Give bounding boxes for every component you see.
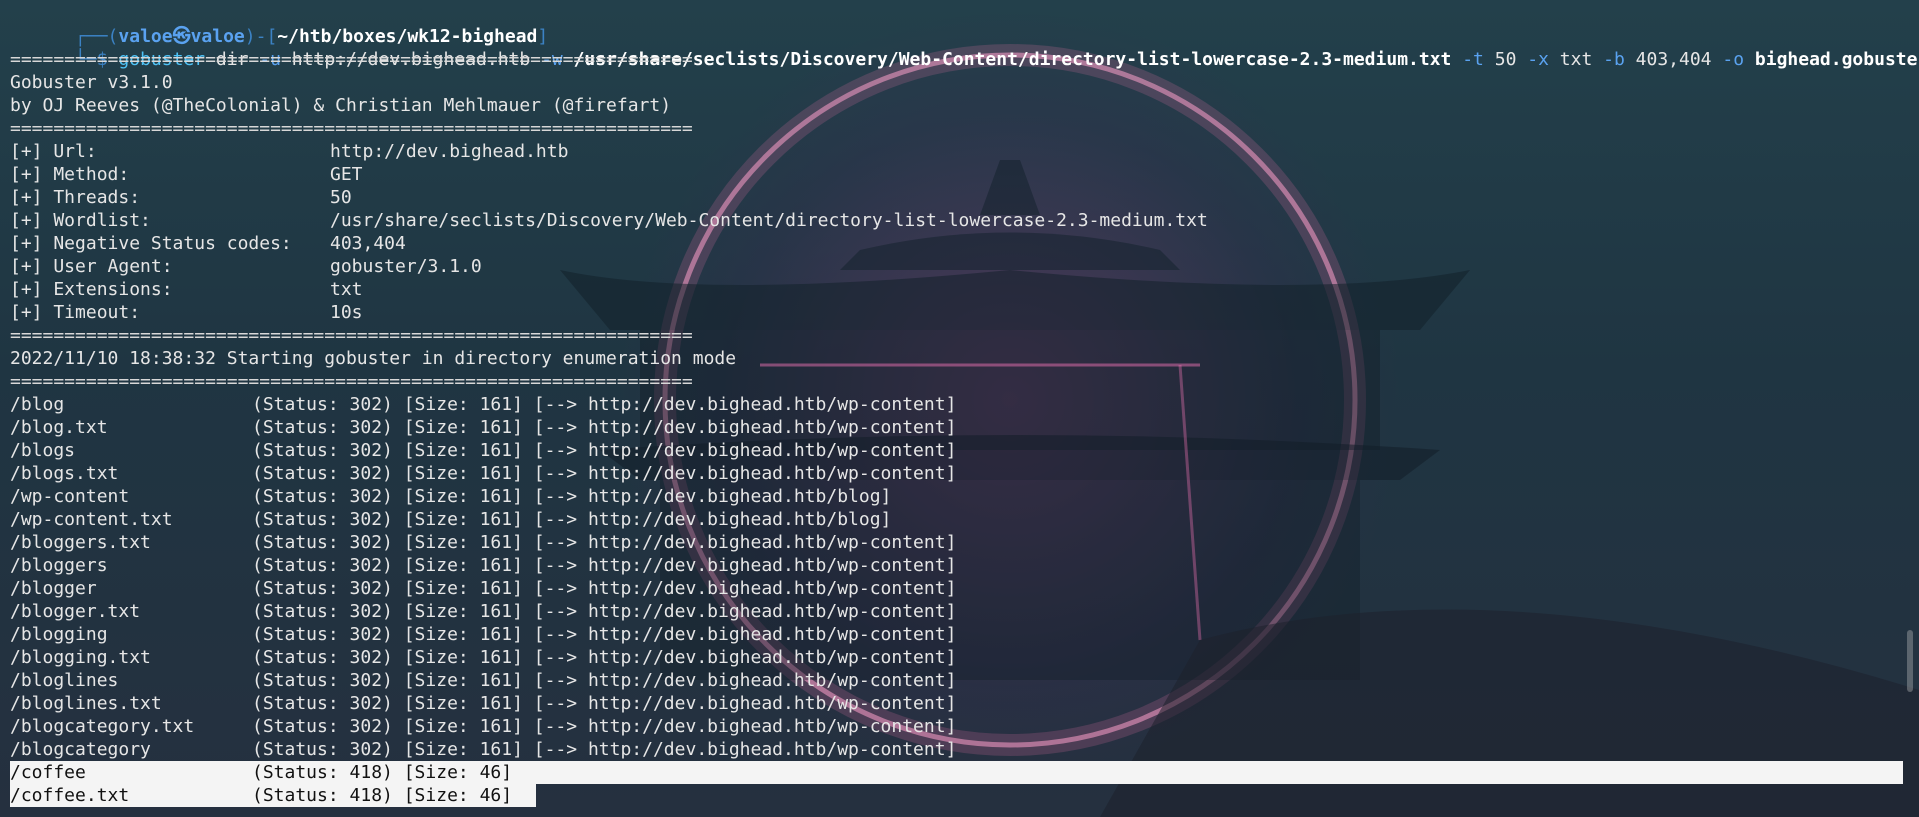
result-path: /blogcategory.txt <box>10 716 195 737</box>
result-info: (Status: 302) [Size: 161] [--> http://de… <box>252 578 957 599</box>
config-key: [+] Wordlist: <box>10 210 151 231</box>
config-value: 403,404 <box>330 233 406 254</box>
result-path: /coffee.txt <box>10 785 130 806</box>
result-row: /blogger.txt (Status: 302) [Size: 161] [-… <box>10 600 1910 623</box>
result-info: (Status: 418) [Size: 46] <box>252 762 513 783</box>
terminal-window[interactable]: ┌──(valoe㉿valoe)-[~/htb/boxes/wk12-bighe… <box>0 0 1919 817</box>
config-value: http://dev.bighead.htb <box>330 141 569 162</box>
config-key: [+] Method: <box>10 164 130 185</box>
config-key: [+] Threads: <box>10 187 141 208</box>
config-key: [+] User Agent: <box>10 256 173 277</box>
terminal-output[interactable]: ┌──(valoe㉿valoe)-[~/htb/boxes/wk12-bighe… <box>10 2 1919 807</box>
result-path: /blogcategory <box>10 739 151 760</box>
config-value: GET <box>330 164 363 185</box>
separator-line: ========================================… <box>10 371 693 392</box>
separator-line: ========================================… <box>10 49 693 70</box>
result-path: /blogs.txt <box>10 463 119 484</box>
result-row: /bloglines (Status: 302) [Size: 161] [-->… <box>10 669 1910 692</box>
result-info: (Status: 302) [Size: 161] [--> http://de… <box>252 670 957 691</box>
config-row: [+] User Agent: gobuster/3.1.0 <box>10 255 1910 278</box>
result-info: (Status: 302) [Size: 161] [--> http://de… <box>252 555 957 576</box>
result-info: (Status: 302) [Size: 161] [--> http://de… <box>252 463 957 484</box>
result-info: (Status: 302) [Size: 161] [--> http://de… <box>252 509 892 530</box>
result-path: /coffee <box>10 762 86 783</box>
result-info: (Status: 302) [Size: 161] [--> http://de… <box>252 693 957 714</box>
result-info: (Status: 302) [Size: 161] [--> http://de… <box>252 624 957 645</box>
result-info: (Status: 418) [Size: 46] <box>252 785 513 806</box>
result-info: (Status: 302) [Size: 161] [--> http://de… <box>252 601 957 622</box>
result-row: /blogcategory.txt (Status: 302) [Size: 16… <box>10 715 1910 738</box>
result-info: (Status: 302) [Size: 161] [--> http://de… <box>252 417 957 438</box>
result-info: (Status: 302) [Size: 161] [--> http://de… <box>252 440 957 461</box>
result-row: /bloglines.txt (Status: 302) [Size: 161] … <box>10 692 1910 715</box>
result-info: (Status: 302) [Size: 161] [--> http://de… <box>252 739 957 760</box>
result-row: /blog.txt (Status: 302) [Size: 161] [--> … <box>10 416 1910 439</box>
result-path: /blogging.txt <box>10 647 151 668</box>
config-row: [+] Method: GET <box>10 163 1910 186</box>
config-value: 50 <box>330 187 352 208</box>
scrollbar-thumb[interactable] <box>1907 630 1913 692</box>
result-path: /blog <box>10 394 65 415</box>
selection-span: /coffee.txt (Status: 418) [Size: 46] <box>10 784 536 807</box>
result-row: /bloggers.txt (Status: 302) [Size: 161] [… <box>10 531 1910 554</box>
config-value: txt <box>330 279 363 300</box>
result-path: /bloggers.txt <box>10 532 151 553</box>
result-path: /blogs <box>10 440 76 461</box>
banner-version: Gobuster v3.1.0 <box>10 72 173 93</box>
config-key: [+] Extensions: <box>10 279 173 300</box>
result-row: /blogs.txt (Status: 302) [Size: 161] [-->… <box>10 462 1910 485</box>
config-row: [+] Timeout: 10s <box>10 301 1910 324</box>
result-row: /blogging (Status: 302) [Size: 161] [--> … <box>10 623 1910 646</box>
selected-result-row[interactable]: /coffee.txt (Status: 418) [Size: 46] <box>10 784 1910 807</box>
result-row: /blogs (Status: 302) [Size: 161] [--> htt… <box>10 439 1910 462</box>
separator-line: ========================================… <box>10 118 693 139</box>
config-key: [+] Timeout: <box>10 302 141 323</box>
result-info: (Status: 302) [Size: 161] [--> http://de… <box>252 647 957 668</box>
config-value: /usr/share/seclists/Discovery/Web-Conten… <box>330 210 1208 231</box>
result-row: /wp-content (Status: 302) [Size: 161] [--… <box>10 485 1910 508</box>
config-row: [+] Extensions: txt <box>10 278 1910 301</box>
config-row: [+] Url: http://dev.bighead.htb <box>10 140 1910 163</box>
config-key: [+] Negative Status codes: <box>10 233 292 254</box>
result-path: /bloglines <box>10 670 119 691</box>
separator-line: ========================================… <box>10 325 693 346</box>
config-key: [+] Url: <box>10 141 97 162</box>
result-path: /bloggers <box>10 555 108 576</box>
result-info: (Status: 302) [Size: 161] [--> http://de… <box>252 532 957 553</box>
result-path: /bloglines.txt <box>10 693 162 714</box>
config-value: 10s <box>330 302 363 323</box>
result-row: /blogcategory (Status: 302) [Size: 161] [… <box>10 738 1910 761</box>
result-info: (Status: 302) [Size: 161] [--> http://de… <box>252 486 892 507</box>
result-row: /blog (Status: 302) [Size: 161] [--> http… <box>10 393 1910 416</box>
banner-authors: by OJ Reeves (@TheColonial) & Christian … <box>10 95 672 116</box>
result-path: /blogger <box>10 578 97 599</box>
result-path: /blogger.txt <box>10 601 141 622</box>
config-value: gobuster/3.1.0 <box>330 256 482 277</box>
result-row: /blogger (Status: 302) [Size: 161] [--> h… <box>10 577 1910 600</box>
start-message: 2022/11/10 18:38:32 Starting gobuster in… <box>10 348 737 369</box>
result-path: /blogging <box>10 624 108 645</box>
command-line: └─$ gobuster dir -u http://dev.bighead.h… <box>10 25 1919 70</box>
result-path: /wp-content.txt <box>10 509 173 530</box>
config-row: [+] Threads: 50 <box>10 186 1910 209</box>
result-path: /blog.txt <box>10 417 108 438</box>
selected-result-row[interactable]: /coffee (Status: 418) [Size: 46] <box>10 761 1903 784</box>
result-row: /bloggers (Status: 302) [Size: 161] [--> … <box>10 554 1910 577</box>
result-row: /blogging.txt (Status: 302) [Size: 161] [… <box>10 646 1910 669</box>
result-path: /wp-content <box>10 486 130 507</box>
prompt-line: ┌──(valoe㉿valoe)-[~/htb/boxes/wk12-bighe… <box>10 2 1910 47</box>
config-row: [+] Wordlist: /usr/share/seclists/Discove… <box>10 209 1910 232</box>
result-info: (Status: 302) [Size: 161] [--> http://de… <box>252 716 957 737</box>
result-info: (Status: 302) [Size: 161] [--> http://de… <box>252 394 957 415</box>
config-row: [+] Negative Status codes: 403,404 <box>10 232 1910 255</box>
result-row: /wp-content.txt (Status: 302) [Size: 161]… <box>10 508 1910 531</box>
